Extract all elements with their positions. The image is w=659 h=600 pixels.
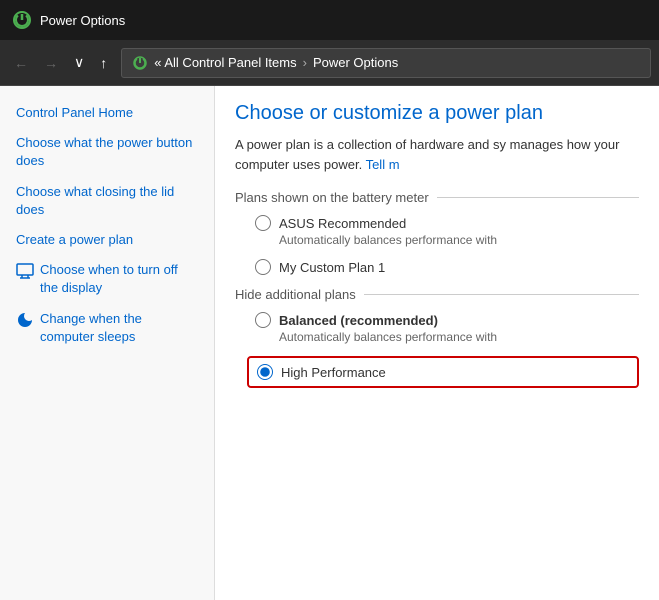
radio-high-performance[interactable] (257, 364, 273, 380)
plan-asus-desc: Automatically balances performance with (279, 233, 639, 247)
nav-bar: ← → ∨ ↑ « All Control Panel Items › Powe… (0, 40, 659, 86)
plan-balanced: Balanced (recommended) Automatically bal… (255, 312, 639, 344)
main-content: Choose or customize a power plan A power… (215, 86, 659, 600)
moon-icon (16, 311, 34, 329)
sidebar-item-create-plan[interactable]: Create a power plan (0, 225, 214, 255)
back-button[interactable]: ← (8, 51, 34, 75)
plan-balanced-label[interactable]: Balanced (recommended) (255, 312, 639, 328)
sidebar-item-sleep[interactable]: Change when the computer sleeps (0, 304, 214, 352)
radio-balanced[interactable] (255, 312, 271, 328)
plan-high-performance-label[interactable]: High Performance (257, 364, 629, 380)
content-area: Control Panel Home Choose what the power… (0, 86, 659, 600)
sidebar-item-power-button[interactable]: Choose what the power button does (0, 128, 214, 176)
radio-custom[interactable] (255, 259, 271, 275)
title-bar: Power Options (0, 0, 659, 40)
address-icon (132, 55, 148, 71)
plan-asus-label[interactable]: ASUS Recommended (255, 215, 639, 231)
page-description: A power plan is a collection of hardware… (235, 135, 639, 174)
power-options-icon (12, 10, 32, 30)
sidebar-item-control-panel-home[interactable]: Control Panel Home (0, 98, 214, 128)
display-icon (16, 262, 34, 280)
title-bar-text: Power Options (40, 13, 125, 28)
sidebar: Control Panel Home Choose what the power… (0, 86, 215, 600)
address-separator: › (303, 55, 307, 70)
page-title: Choose or customize a power plan (235, 102, 639, 125)
tell-me-more-link[interactable]: Tell m (366, 157, 400, 172)
dropdown-button[interactable]: ∨ (68, 50, 90, 75)
forward-button[interactable]: → (38, 51, 64, 75)
address-bar[interactable]: « All Control Panel Items › Power Option… (121, 48, 651, 78)
additional-plans-header: Hide additional plans (235, 287, 639, 302)
battery-plans-header: Plans shown on the battery meter (235, 190, 639, 205)
plan-asus-recommended: ASUS Recommended Automatically balances … (255, 215, 639, 247)
address-current: Power Options (313, 55, 398, 70)
plan-high-performance-highlighted: High Performance (247, 356, 639, 388)
sidebar-item-lid[interactable]: Choose what closing the lid does (0, 177, 214, 225)
radio-asus[interactable] (255, 215, 271, 231)
plan-custom-label[interactable]: My Custom Plan 1 (255, 259, 639, 275)
plan-custom: My Custom Plan 1 (255, 259, 639, 275)
sidebar-item-display[interactable]: Choose when to turn off the display (0, 255, 214, 303)
address-prefix: « All Control Panel Items (154, 55, 296, 70)
up-button[interactable]: ↑ (94, 51, 113, 75)
plan-balanced-desc: Automatically balances performance with (279, 330, 639, 344)
